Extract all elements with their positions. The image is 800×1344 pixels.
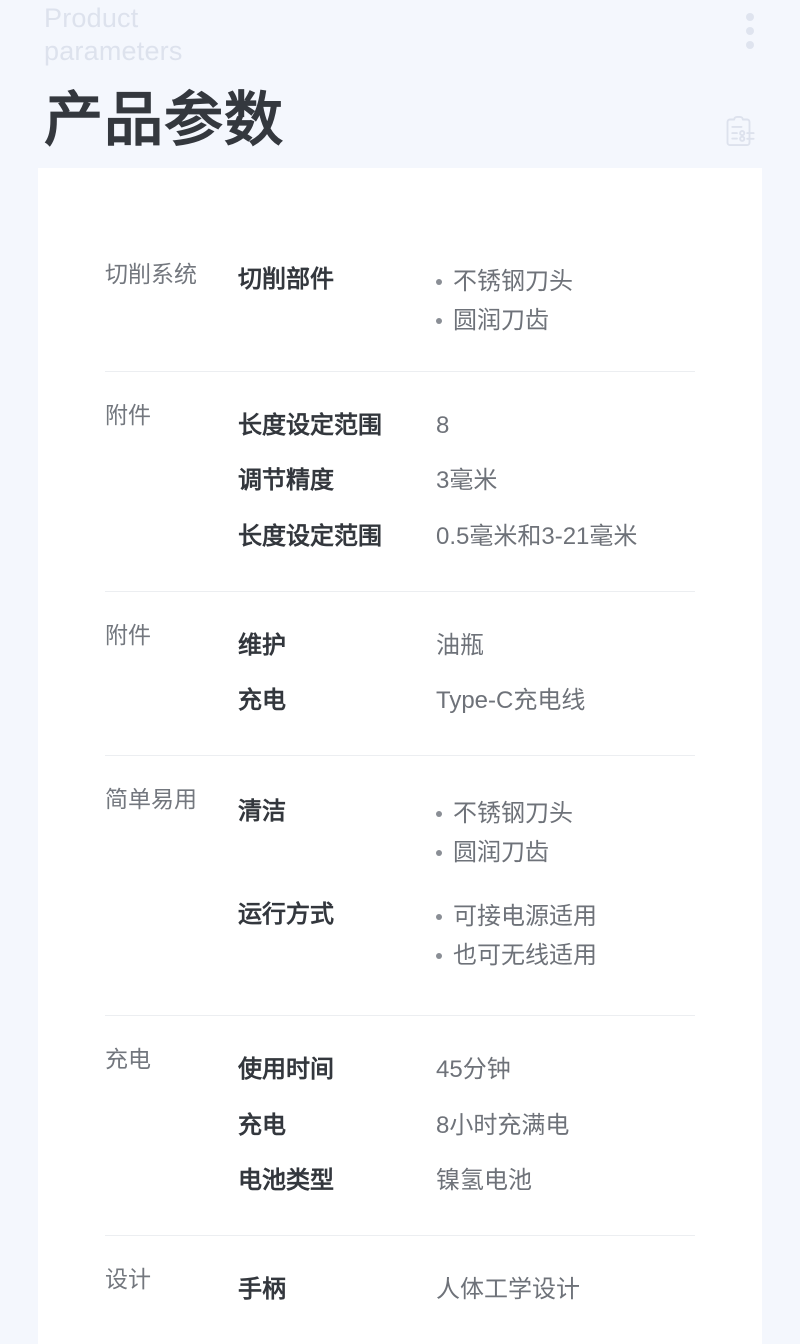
spec-row-label: 使用时间: [238, 1056, 334, 1084]
spec-group: 简单易用 清洁 不锈钢刀头 圆润刀齿运行方式 可接电源适用 也可无线适用: [38, 756, 762, 1016]
card-top-spacer: [38, 168, 762, 243]
kebab-dot: [746, 13, 754, 21]
spec-value-list: 可接电源适用 也可无线适用: [436, 898, 752, 976]
spec-row: 运行方式 可接电源适用 也可无线适用: [238, 885, 752, 989]
spec-value-item: 不锈钢刀头: [436, 795, 752, 834]
spec-row: 手柄 人体工学设计: [238, 1262, 752, 1318]
spec-value-item: 圆润刀齿: [436, 834, 752, 873]
spec-group-inner: 充电 使用时间 45分钟 充电 8小时充满电 电池类型 镍氢电池: [38, 1016, 762, 1235]
spec-group-inner: 附件 长度设定范围 8 调节精度 3毫米 长度设定范围 0.5毫米和3-21毫米: [38, 372, 762, 591]
spec-value-list: 不锈钢刀头 圆润刀齿: [436, 795, 752, 873]
spec-row-label: 充电: [238, 687, 286, 715]
spec-rows: 切削部件 不锈钢刀头 圆润刀齿: [238, 257, 762, 347]
spec-group-inner: 附件 维护 油瓶充电 Type-C充电线: [38, 592, 762, 755]
spec-row-value: 8: [436, 411, 450, 439]
spec-groups-container: 切削系统 切削部件 不锈钢刀头 圆润刀齿 附件 长度设定范围 8 调节精度 3毫米 长度设定范围 0…: [38, 243, 762, 1344]
spec-row: 充电 Type-C充电线: [238, 673, 752, 729]
spec-category: 附件: [105, 621, 151, 648]
spec-row-label: 长度设定范围: [238, 522, 382, 550]
page-header: Product parameters: [0, 0, 800, 90]
spec-group: 设计 手柄 人体工学设计: [38, 1236, 762, 1344]
kebab-dot: [746, 41, 754, 49]
spec-row-value: 油瓶: [436, 631, 484, 659]
spec-rows: 手柄 人体工学设计: [238, 1262, 762, 1318]
spec-value-list: 不锈钢刀头 圆润刀齿: [436, 263, 752, 341]
spec-row-value: 3毫米: [436, 467, 498, 495]
spec-row: 长度设定范围 0.5毫米和3-21毫米: [238, 509, 752, 565]
spec-rows: 清洁 不锈钢刀头 圆润刀齿运行方式 可接电源适用 也可无线适用: [238, 782, 762, 990]
spec-row-label: 维护: [238, 631, 286, 659]
spec-value-item: 可接电源适用: [436, 898, 752, 937]
spec-rows: 长度设定范围 8 调节精度 3毫米 长度设定范围 0.5毫米和3-21毫米: [238, 398, 762, 565]
spec-row: 调节精度 3毫米: [238, 453, 752, 509]
spec-group: 充电 使用时间 45分钟 充电 8小时充满电 电池类型 镍氢电池: [38, 1016, 762, 1235]
spec-group-inner: 简单易用 清洁 不锈钢刀头 圆润刀齿运行方式 可接电源适用 也可无线适用: [38, 756, 762, 1016]
spec-value-item: 圆润刀齿: [436, 302, 752, 341]
kebab-menu-icon[interactable]: [742, 11, 758, 51]
spec-row-value: 45分钟: [436, 1056, 511, 1084]
spec-value-item: 也可无线适用: [436, 937, 752, 976]
spec-row-value: 镍氢电池: [436, 1167, 532, 1195]
spec-rows: 维护 油瓶充电 Type-C充电线: [238, 618, 762, 729]
spec-row: 长度设定范围 8: [238, 398, 752, 454]
spec-row-label: 手柄: [238, 1276, 286, 1303]
spec-row-value: 8小时充满电: [436, 1111, 570, 1139]
clipboard-spec-icon: [720, 110, 762, 152]
spec-group-inner: 设计 手柄 人体工学设计: [38, 1236, 762, 1344]
eyebrow-label: Product parameters: [44, 3, 183, 66]
spec-row: 维护 油瓶: [238, 618, 752, 674]
spec-row-label: 充电: [238, 1111, 286, 1139]
spec-rows: 使用时间 45分钟充电 8小时充满电电池类型 镍氢电池: [238, 1042, 762, 1209]
spec-row-value: 人体工学设计: [436, 1276, 580, 1303]
spec-category: 附件: [105, 401, 151, 428]
spec-row-value: 不锈钢刀头 圆润刀齿: [436, 263, 752, 341]
spec-row-value: 0.5毫米和3-21毫米: [436, 522, 638, 550]
spec-row-label: 运行方式: [238, 901, 334, 929]
spec-category: 切削系统: [105, 261, 197, 287]
spec-group: 切削系统 切削部件 不锈钢刀头 圆润刀齿: [38, 243, 762, 371]
spec-row-value: 可接电源适用 也可无线适用: [436, 898, 752, 976]
spec-row: 充电 8小时充满电: [238, 1098, 752, 1154]
spec-group-inner: 切削系统 切削部件 不锈钢刀头 圆润刀齿: [38, 243, 762, 371]
spec-table-card: 切削系统 切削部件 不锈钢刀头 圆润刀齿 附件 长度设定范围 8 调节精度 3毫米 长度设定范围 0…: [38, 168, 762, 1344]
page-title: 产品参数: [44, 87, 285, 153]
spec-group: 附件 长度设定范围 8 调节精度 3毫米 长度设定范围 0.5毫米和3-21毫米: [38, 372, 762, 591]
spec-category: 充电: [105, 1046, 151, 1073]
kebab-dot: [746, 27, 754, 35]
spec-row: 电池类型 镍氢电池: [238, 1153, 752, 1209]
spec-row-label: 电池类型: [238, 1167, 334, 1195]
spec-row: 切削部件 不锈钢刀头 圆润刀齿: [238, 257, 752, 347]
spec-row-value: 不锈钢刀头 圆润刀齿: [436, 795, 752, 873]
title-row: 产品参数: [0, 88, 800, 170]
spec-row-label: 切削部件: [238, 266, 334, 293]
spec-category: 设计: [105, 1266, 151, 1292]
spec-row-label: 长度设定范围: [238, 411, 382, 439]
spec-row-label: 清洁: [238, 797, 286, 825]
spec-group: 附件 维护 油瓶充电 Type-C充电线: [38, 592, 762, 755]
spec-row: 清洁 不锈钢刀头 圆润刀齿: [238, 782, 752, 886]
spec-row-label: 调节精度: [238, 467, 334, 495]
spec-value-item: 不锈钢刀头: [436, 263, 752, 302]
spec-category: 简单易用: [105, 785, 197, 812]
spec-row-value: Type-C充电线: [436, 687, 586, 715]
spec-row: 使用时间 45分钟: [238, 1042, 752, 1098]
